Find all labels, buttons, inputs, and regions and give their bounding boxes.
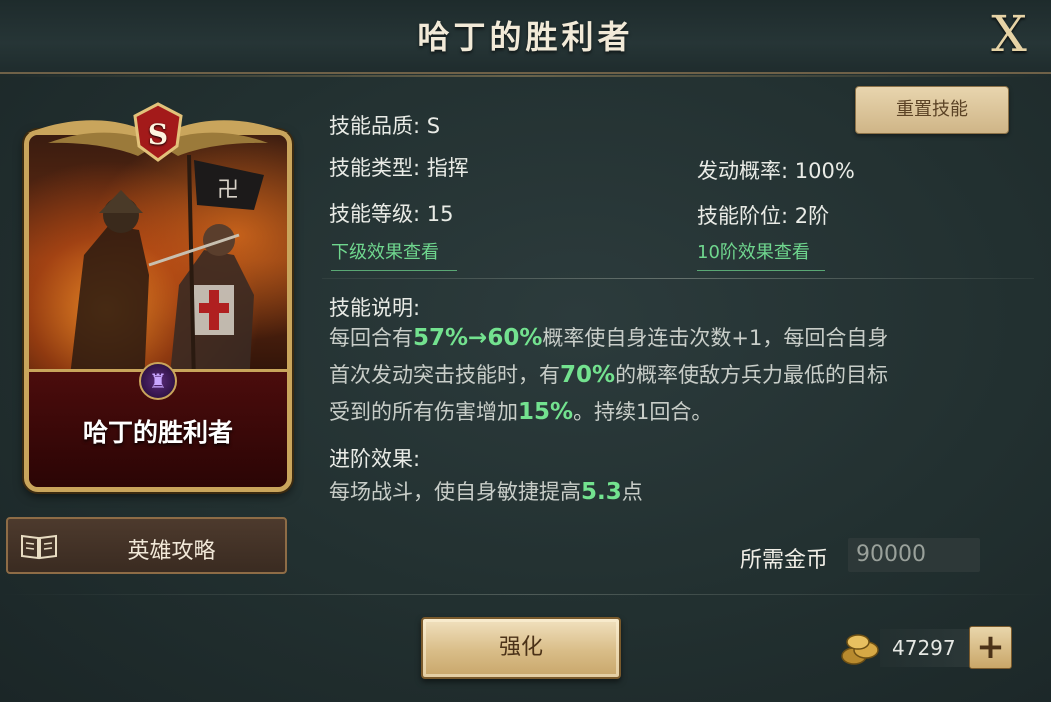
skill-tier: 技能阶位: 2阶	[697, 204, 830, 228]
description-title: 技能说明:	[329, 296, 421, 320]
trigger-rate: 发动概率: 100%	[697, 159, 855, 183]
section-divider	[322, 278, 1034, 279]
close-button[interactable]: X	[981, 6, 1037, 62]
skill-card: 卍 哈丁的胜利者 S ♜	[18, 100, 298, 495]
advance-description: 每场战斗，使自身敏捷提高5.3点	[329, 474, 1019, 511]
upgrade-button[interactable]: 强化	[421, 617, 621, 679]
add-gold-button[interactable]: +	[969, 626, 1012, 669]
description-line-3: 受到的所有伤害增加15%。持续1回合。	[329, 394, 1019, 431]
skill-description: 每回合有57%→60%概率使自身连击次数+1，每回合自身 首次发动突击技能时，有…	[329, 320, 1019, 431]
next-level-effect-link[interactable]: 下级效果查看	[331, 238, 457, 271]
card-hero-name: 哈丁的胜利者	[82, 418, 233, 447]
hero-guide-button[interactable]: 英雄攻略	[6, 517, 287, 574]
svg-text:卍: 卍	[217, 178, 239, 203]
skill-level: 技能等级: 15	[329, 202, 454, 226]
hero-guide-label: 英雄攻略	[127, 539, 216, 564]
book-icon	[21, 534, 57, 560]
advance-highlight: 5.3	[581, 479, 622, 505]
desc-text: 概率使自身连击次数+1，每回合自身	[542, 326, 889, 350]
cost-value: 90000	[848, 538, 980, 572]
desc-text: 受到的所有伤害增加	[329, 400, 518, 424]
desc-text: 。持续1回合。	[573, 400, 713, 424]
card-grade: S	[147, 118, 169, 151]
description-line-2: 首次发动突击技能时，有70%的概率使敌方兵力最低的目标	[329, 357, 1019, 394]
header-bar: 哈丁的胜利者 X	[0, 0, 1051, 77]
desc-text: 的概率使敌方兵力最低的目标	[615, 363, 889, 387]
skill-type: 技能类型: 指挥	[329, 156, 469, 180]
gold-balance: 47297	[880, 629, 970, 667]
skill-quality: 技能品质: S	[329, 114, 441, 138]
card-frame: 卍 哈丁的胜利者	[24, 130, 292, 492]
cost-label: 所需金币	[740, 548, 829, 573]
advance-text: 每场战斗，使自身敏捷提高	[329, 480, 581, 504]
advance-text: 点	[621, 480, 643, 504]
advance-title: 进阶效果:	[329, 447, 421, 471]
crest-icon: ♜	[139, 362, 177, 400]
desc-highlight: 57%→60%	[413, 325, 543, 351]
description-line-1: 每回合有57%→60%概率使自身连击次数+1，每回合自身	[329, 320, 1019, 357]
footer-divider	[0, 594, 1051, 595]
card-artwork: 卍	[29, 135, 287, 386]
desc-text: 每回合有	[329, 326, 413, 350]
reset-skill-button[interactable]: 重置技能	[855, 86, 1009, 134]
desc-highlight: 70%	[560, 362, 616, 388]
gold-coins-icon	[841, 634, 879, 665]
page-title: 哈丁的胜利者	[417, 18, 634, 56]
desc-text: 首次发动突击技能时，有	[329, 363, 560, 387]
desc-highlight: 15%	[518, 399, 574, 425]
tier10-effect-link[interactable]: 10阶效果查看	[697, 238, 825, 271]
